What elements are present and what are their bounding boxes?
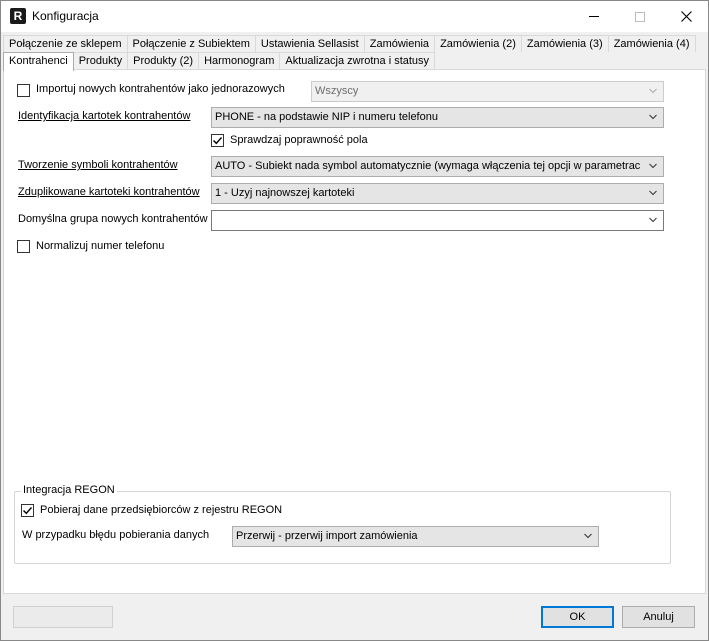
chevron-down-icon — [584, 533, 592, 539]
ok-button[interactable]: OK — [541, 606, 614, 628]
symbols-value: AUTO - Subiekt nada symbol automatycznie… — [215, 160, 641, 172]
regon-error-combo[interactable]: Przerwij - przerwij import zamówienia — [232, 526, 599, 547]
validate-checkbox[interactable] — [211, 134, 224, 147]
symbols-label: Tworzenie symboli kontrahentów — [18, 159, 178, 171]
close-icon — [680, 11, 692, 22]
app-logo-icon: R — [10, 8, 26, 24]
title-bar: R Konfiguracja — [1, 1, 708, 32]
tab-polaczenie-subiekt[interactable]: Połączenie z Subiektem — [126, 35, 256, 52]
chevron-down-icon — [649, 190, 657, 196]
normalize-phone-label: Normalizuj numer telefonu — [36, 240, 165, 252]
tab-polaczenie-sklep[interactable]: Połączenie ze sklepem — [3, 35, 128, 52]
regon-groupbox: Integracja REGON Pobieraj dane przedsięb… — [14, 484, 671, 564]
identification-value: PHONE - na podstawie NIP i numeru telefo… — [215, 111, 438, 123]
close-button[interactable] — [663, 1, 709, 32]
chevron-down-icon — [649, 217, 657, 223]
duplicates-label: Zduplikowane kartoteki kontrahentów — [18, 186, 200, 198]
checkmark-icon — [23, 507, 33, 515]
import-once-checkbox[interactable] — [17, 84, 30, 97]
maximize-button — [617, 1, 663, 32]
chevron-down-icon — [649, 88, 657, 94]
default-group-label: Domyślna grupa nowych kontrahentów — [18, 213, 208, 225]
duplicates-combo[interactable]: 1 - Uzyj najnowszej kartoteki — [211, 183, 664, 204]
regon-error-label: W przypadku błędu pobierania danych — [22, 529, 210, 541]
regon-error-value: Przerwij - przerwij import zamówienia — [236, 530, 418, 542]
symbols-combo[interactable]: AUTO - Subiekt nada symbol automatycznie… — [211, 156, 664, 177]
tab-zamowienia[interactable]: Zamówienia — [363, 35, 436, 52]
tab-row-2: Kontrahenci Produkty Produkty (2) Harmon… — [3, 52, 436, 71]
regon-fetch-checkbox[interactable] — [21, 504, 34, 517]
duplicates-value: 1 - Uzyj najnowszej kartoteki — [215, 187, 355, 199]
identification-label: Identyfikacja kartotek kontrahentów — [18, 110, 191, 122]
cancel-button[interactable]: Anuluj — [622, 606, 695, 628]
minimize-icon — [589, 16, 599, 17]
checkmark-icon — [213, 137, 223, 145]
chevron-down-icon — [649, 163, 657, 169]
default-group-combo[interactable] — [211, 210, 664, 231]
window-title: Konfiguracja — [32, 9, 99, 23]
tab-aktualizacja-zwrotna[interactable]: Aktualizacja zwrotna i statusy — [279, 52, 436, 69]
tab-harmonogram[interactable]: Harmonogram — [198, 52, 281, 69]
tab-zamowienia-4[interactable]: Zamówienia (4) — [607, 35, 696, 52]
identification-combo[interactable]: PHONE - na podstawie NIP i numeru telefo… — [211, 107, 664, 128]
import-once-combo: Wszyscy — [311, 81, 664, 102]
tab-page-kontrahenci: Importuj nowych kontrahentów jako jednor… — [3, 69, 706, 594]
tab-row-1: Połączenie ze sklepem Połączenie z Subie… — [3, 35, 696, 52]
tab-kontrahenci[interactable]: Kontrahenci — [3, 52, 74, 71]
tab-zamowienia-2[interactable]: Zamówienia (2) — [434, 35, 522, 52]
validate-label: Sprawdzaj poprawność pola — [230, 134, 368, 146]
import-once-label: Importuj nowych kontrahentów jako jednor… — [36, 83, 285, 95]
disabled-button — [13, 606, 113, 628]
maximize-icon — [635, 11, 645, 22]
tab-produkty-2[interactable]: Produkty (2) — [127, 52, 200, 69]
chevron-down-icon — [649, 114, 657, 120]
normalize-phone-checkbox[interactable] — [17, 240, 30, 253]
config-window: R Konfiguracja Połączenie ze sklepem Poł… — [0, 0, 709, 641]
minimize-button[interactable] — [571, 1, 617, 32]
tab-produkty[interactable]: Produkty — [72, 52, 129, 69]
regon-legend: Integracja REGON — [21, 484, 117, 496]
tab-zamowienia-3[interactable]: Zamówienia (3) — [520, 35, 609, 52]
tab-ustawienia-sellasist[interactable]: Ustawienia Sellasist — [254, 35, 365, 52]
import-once-combo-value: Wszyscy — [315, 85, 359, 97]
regon-fetch-label: Pobieraj dane przedsiębiorców z rejestru… — [40, 504, 283, 516]
